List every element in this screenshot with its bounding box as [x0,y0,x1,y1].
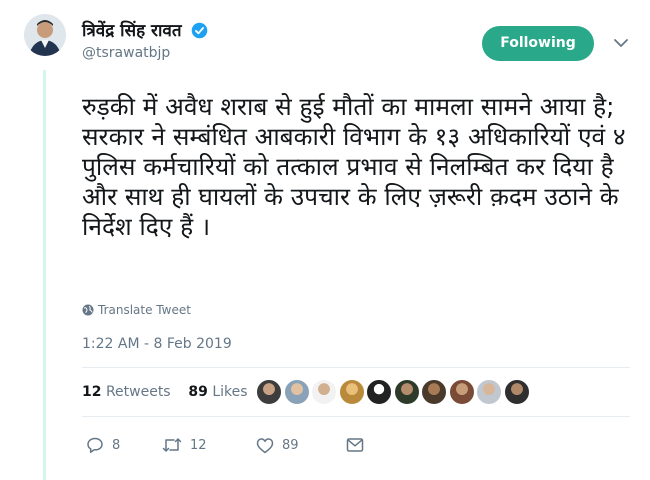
globe-icon [82,304,94,316]
liker-avatar[interactable] [338,379,365,405]
retweet-button[interactable]: 12 [162,436,256,454]
retweet-count: 12 [190,437,207,453]
following-button[interactable]: Following [482,26,594,61]
liker-avatar[interactable] [283,379,310,405]
reply-button[interactable]: 8 [86,436,162,454]
like-count: 89 [282,437,299,453]
author-display-name[interactable]: त्रिवेंद्र सिंह रावत [82,21,182,41]
author-handle[interactable]: @tsrawatbjp [82,45,170,61]
likes-stat[interactable]: 89 Likes [188,384,247,400]
liker-avatar[interactable] [256,379,282,405]
liker-avatar[interactable] [393,379,420,405]
divider-bottom [82,416,630,417]
liker-avatar[interactable] [503,379,530,405]
retweets-count: 12 [82,384,102,400]
reply-count: 8 [112,437,121,453]
translate-tweet-link[interactable]: Translate Tweet [82,303,191,317]
likes-count: 89 [188,384,208,400]
liker-avatar[interactable] [476,379,502,405]
author-avatar[interactable] [24,14,66,56]
direct-message-button[interactable] [346,437,364,453]
author-name[interactable]: त्रिवेंद्र सिंह रावत [82,18,208,41]
liker-avatar[interactable] [311,379,337,405]
tweet-stats: 12 Retweets 89 Likes [82,384,248,400]
retweets-label: Retweets [105,384,171,400]
liker-avatars [256,379,531,405]
retweet-icon [162,438,182,452]
retweets-stat[interactable]: 12 Retweets [82,384,171,400]
tweet-timestamp[interactable]: 1:22 AM - 8 Feb 2019 [82,336,232,352]
liker-avatar[interactable] [421,379,447,405]
like-icon [256,437,274,453]
verified-icon [192,22,208,39]
liker-avatar[interactable] [448,379,475,405]
message-icon [346,438,364,452]
like-button[interactable]: 89 [256,437,346,454]
chevron-down-icon[interactable] [612,34,630,52]
liker-avatar[interactable] [366,379,392,405]
reply-icon [87,437,103,454]
tweet-text: रुड़की में अवैध शराब से हुई मौतों का माम… [82,92,626,241]
likes-label: Likes [212,384,248,400]
tweet-actions: 8 12 89 [86,436,364,454]
divider-top [82,367,630,368]
thread-line [43,70,46,480]
translate-tweet-label[interactable]: Translate Tweet [98,303,191,317]
